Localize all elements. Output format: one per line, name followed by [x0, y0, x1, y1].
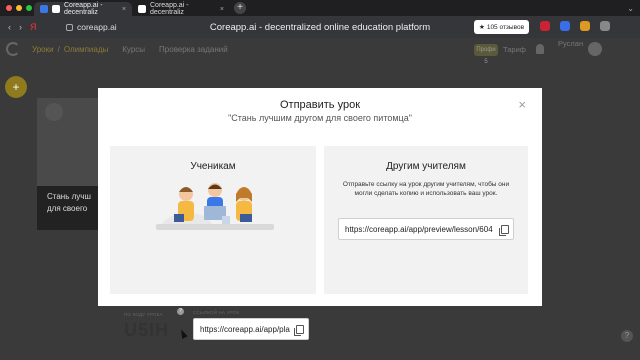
- minimize-window-button[interactable]: [16, 5, 22, 11]
- teacher-link-field[interactable]: https://coreapp.ai/app/preview/lesson/60…: [338, 218, 514, 240]
- coreapp-favicon-icon: [52, 5, 60, 13]
- code-label: ПО КОДУ УРОКА: [124, 312, 163, 317]
- student-link-text: https://coreapp.ai/app/pla: [200, 324, 290, 334]
- lesson-code[interactable]: U5IH: [124, 320, 169, 341]
- avatar[interactable]: [588, 42, 602, 56]
- coreapp-logo-icon[interactable]: [6, 42, 20, 56]
- students-panel-title: Ученикам: [190, 161, 236, 172]
- copy-icon[interactable]: [294, 325, 304, 336]
- modal-subtitle: "Стань лучшим другом для своего питомца": [228, 113, 412, 123]
- breadcrumb-separator: /: [57, 44, 60, 54]
- link-label: ССЫЛКОЙ НА УРОК: [193, 310, 240, 315]
- close-window-button[interactable]: [6, 5, 12, 11]
- send-lesson-modal: × Отправить урок "Стань лучшим другом дл…: [98, 88, 542, 340]
- tab-menu-icon[interactable]: ⌄: [627, 4, 640, 13]
- teachers-panel-title: Другим учителям: [386, 161, 466, 172]
- star-icon: ★: [479, 24, 485, 31]
- browser-tab-bar: Coreapp.ai - decentraliz × Coreapp.ai - …: [0, 0, 640, 16]
- teachers-panel-description: Отправьте ссылку на урок другим учителям…: [342, 181, 510, 197]
- rating-text: 105 отзывов: [486, 23, 525, 31]
- site-header: Уроки / Олимпиады Курсы Проверка заданий: [0, 38, 640, 60]
- user-name[interactable]: Руслан: [558, 40, 583, 48]
- help-icon[interactable]: ?: [177, 308, 184, 315]
- students-illustration: [156, 183, 274, 230]
- address-bar: ‹ › Я coreapp.ai Coreapp.ai - decentrali…: [0, 16, 640, 38]
- rating-badge[interactable]: ★ 105 отзывов: [474, 20, 530, 34]
- breadcrumb-olympiads[interactable]: Олимпиады: [64, 45, 108, 54]
- coreapp-favicon-icon: [138, 5, 146, 13]
- extension-icon[interactable]: [540, 21, 550, 31]
- nav-courses[interactable]: Курсы: [122, 45, 145, 54]
- add-icon[interactable]: +: [5, 76, 27, 98]
- students-panel: Ученикам ПО КОДУ УРОКА ? U5IH ССЫЛКОЙ НА…: [110, 146, 316, 340]
- new-tab-button[interactable]: +: [234, 2, 246, 14]
- close-tab-icon[interactable]: ×: [122, 6, 126, 13]
- breadcrumb-lessons[interactable]: Уроки: [32, 45, 54, 54]
- tab-label: Coreapp.ai - decentraliz: [64, 2, 103, 16]
- teachers-panel: Другим учителям Отправьте ссылку на урок…: [324, 146, 528, 294]
- teacher-link-text: https://coreapp.ai/app/preview/lesson/60…: [345, 224, 493, 234]
- maximize-window-button[interactable]: [26, 5, 32, 11]
- browser-tab-2[interactable]: Coreapp.ai - decentraliz ×: [132, 2, 230, 16]
- help-button[interactable]: ?: [621, 330, 633, 342]
- bell-icon[interactable]: [536, 44, 544, 54]
- extension-icon[interactable]: [560, 21, 570, 31]
- lesson-card-title: Стань лучш для своего: [37, 186, 107, 230]
- copy-icon[interactable]: [499, 225, 509, 236]
- extension-icon[interactable]: [600, 21, 610, 31]
- lesson-type-icon: [45, 103, 63, 121]
- close-tab-icon[interactable]: ×: [220, 6, 224, 13]
- browser-tab-1[interactable]: Coreapp.ai - decentraliz ×: [34, 2, 132, 16]
- nav-assignment-check[interactable]: Проверка заданий: [159, 45, 228, 54]
- window-controls: [0, 5, 34, 11]
- modal-title: Отправить урок: [279, 99, 361, 111]
- tab-label: Coreapp.ai - decentraliz: [150, 2, 189, 16]
- pro-badge[interactable]: Профи 5: [474, 44, 498, 65]
- extension-icon[interactable]: [580, 21, 590, 31]
- student-link-field[interactable]: https://coreapp.ai/app/pla: [193, 318, 309, 340]
- docs-icon: [40, 5, 48, 13]
- tarif-link[interactable]: Тариф: [503, 45, 526, 54]
